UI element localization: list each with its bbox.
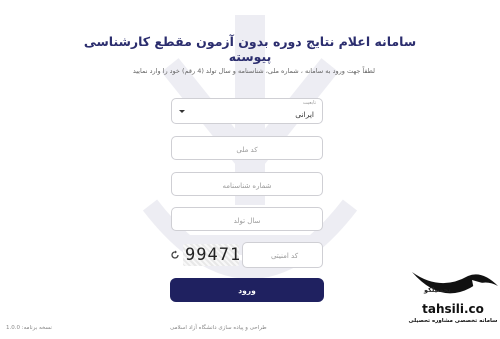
id-number-input[interactable] (172, 175, 322, 197)
national-code-input[interactable] (172, 139, 322, 161)
birth-year-input[interactable] (172, 210, 322, 232)
nationality-select[interactable]: تابعیت ایرانی (171, 98, 323, 124)
tahsili-watermark-badge: تحصیلکو tahsili.co سامانه تخصصی مشاوره ت… (406, 266, 500, 339)
login-page: سامانه اعلام نتایج دوره بدون آزمون مقطع … (0, 0, 500, 339)
captcha-input[interactable] (243, 243, 326, 269)
tahsili-brand: tahsili.co (422, 302, 484, 316)
captcha-image: 99471 (183, 244, 239, 266)
captcha-field-wrapper (242, 242, 326, 269)
nationality-value: ایرانی (295, 110, 314, 119)
nationality-label: تابعیت (302, 100, 316, 106)
tahsili-tagline: سامانه تخصصی مشاوره تحصیلی (408, 318, 498, 324)
login-instructions: لطفاً جهت ورود به سامانه ، شماره ملی، شن… (132, 67, 375, 75)
id-number-field-wrapper (171, 172, 323, 197)
national-code-field-wrapper (171, 136, 323, 161)
footer-credit: طراحی و پیاده سازی دانشگاه آزاد اسلامی (170, 325, 267, 331)
birth-year-field-wrapper (171, 207, 323, 232)
page-title: سامانه اعلام نتایج دوره بدون آزمون مقطع … (83, 34, 417, 64)
captcha-code: 99471 (185, 245, 239, 265)
refresh-captcha-icon[interactable] (170, 250, 180, 260)
app-version: نسخه برنامه: 1.0.0 (6, 325, 52, 331)
caret-down-icon (179, 110, 185, 113)
login-button[interactable]: ورود (170, 278, 324, 302)
tahsili-name: تحصیلکو (424, 286, 451, 294)
